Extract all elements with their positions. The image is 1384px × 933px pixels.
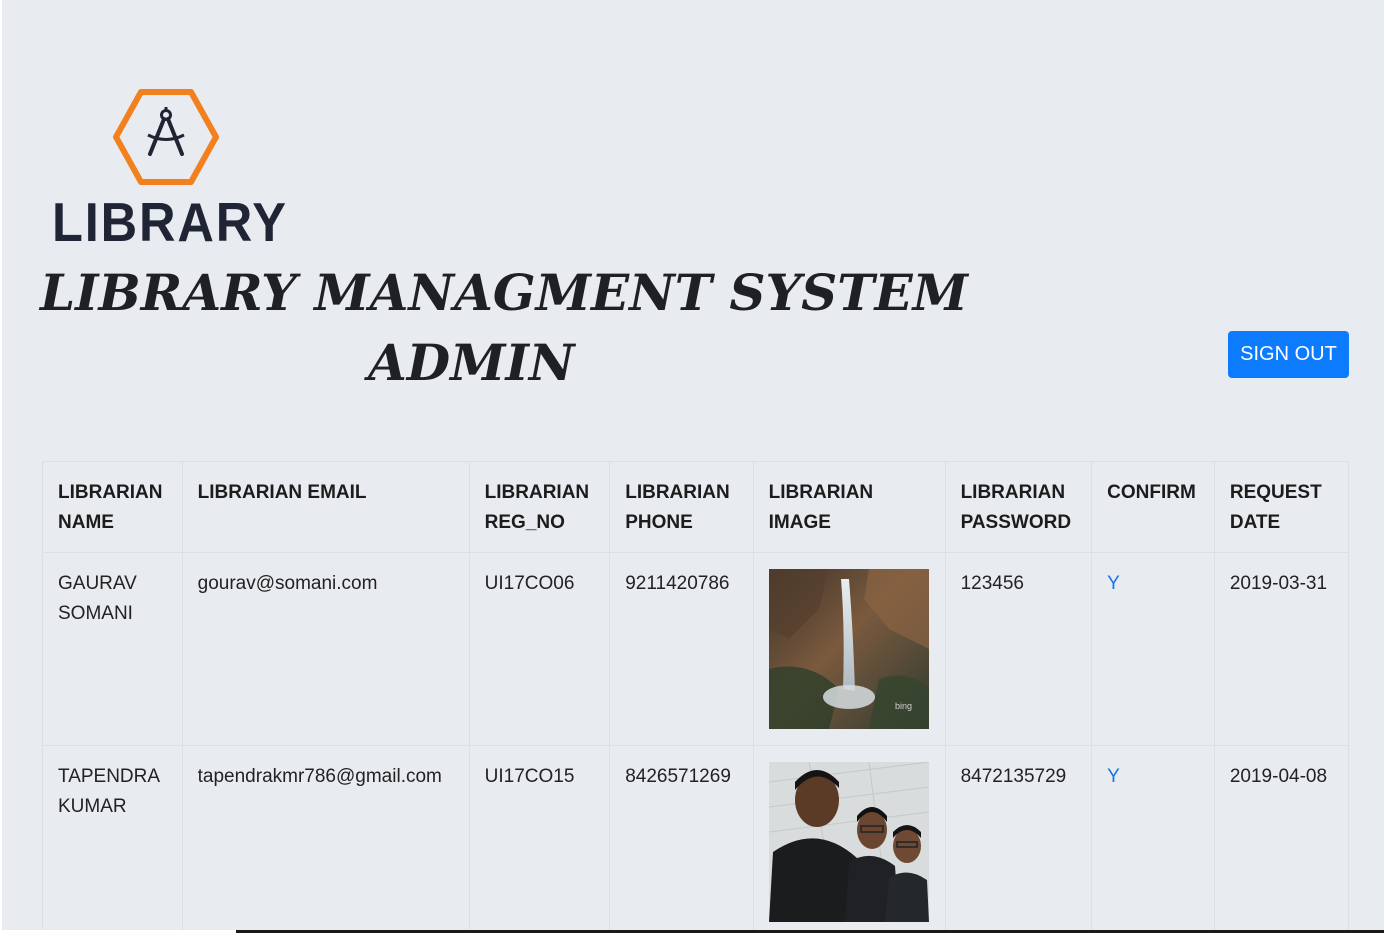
page-title: LIBRARY MANAGMENT SYSTEM ADMIN [40,258,1000,398]
compass-icon [113,89,219,185]
cell-email: tapendrakmr786@gmail.com [181,745,470,930]
table-header-row: LIBRARIAN NAME LIBRARIAN EMAIL LIBRARIAN… [42,461,1350,553]
cell-phone: 9211420786 [609,552,754,746]
cell-email: gourav@somani.com [181,552,470,746]
librarian-photo-waterfall: bing [768,569,929,729]
cell-name: GAURAV SOMANI [42,552,183,746]
cell-name: TAPENDRA KUMAR [42,745,183,930]
column-header-image: LIBRARIAN IMAGE [752,461,946,553]
cell-reg-no: UI17CO06 [468,552,611,746]
column-header-email: LIBRARIAN EMAIL [181,461,470,553]
cell-confirm: Y [1091,552,1215,746]
confirm-link[interactable]: Y [1107,573,1120,594]
librarian-requests-table: LIBRARIAN NAME LIBRARIAN EMAIL LIBRARIAN… [42,461,1350,930]
table-row: GAURAV SOMANI gourav@somani.com UI17CO06… [42,552,1350,746]
column-header-reg-no: LIBRARIAN REG_NO [468,461,611,553]
librarian-photo-group-selfie [768,762,929,922]
page-title-line2: ADMIN [368,333,575,392]
cell-password: 8472135729 [944,745,1093,930]
cell-confirm: Y [1091,745,1215,930]
column-header-phone: LIBRARIAN PHONE [609,461,754,553]
table-row: TAPENDRA KUMAR tapendrakmr786@gmail.com … [42,745,1350,930]
library-logo: LIBRARY [52,88,288,253]
page-title-line1: LIBRARY MANAGMENT SYSTEM [40,263,968,322]
column-header-name: LIBRARIAN NAME [42,461,183,553]
cell-request-date: 2019-04-08 [1213,745,1350,930]
cell-password: 123456 [944,552,1093,746]
column-header-request-date: REQUEST DATE [1213,461,1350,553]
cell-image [752,745,946,930]
page-background: LIBRARY LIBRARY MANAGMENT SYSTEM ADMIN S… [2,0,1384,930]
column-header-confirm: CONFIRM [1091,461,1215,553]
image-watermark: bing [895,701,912,711]
cell-reg-no: UI17CO15 [468,745,611,930]
cell-image: bing [752,552,946,746]
column-header-password: LIBRARIAN PASSWORD [944,461,1093,553]
cell-request-date: 2019-03-31 [1213,552,1350,746]
logo-wordmark: LIBRARY [52,191,288,253]
cell-phone: 8426571269 [609,745,754,930]
sign-out-button[interactable]: SIGN OUT [1228,331,1349,378]
confirm-link[interactable]: Y [1107,766,1120,787]
